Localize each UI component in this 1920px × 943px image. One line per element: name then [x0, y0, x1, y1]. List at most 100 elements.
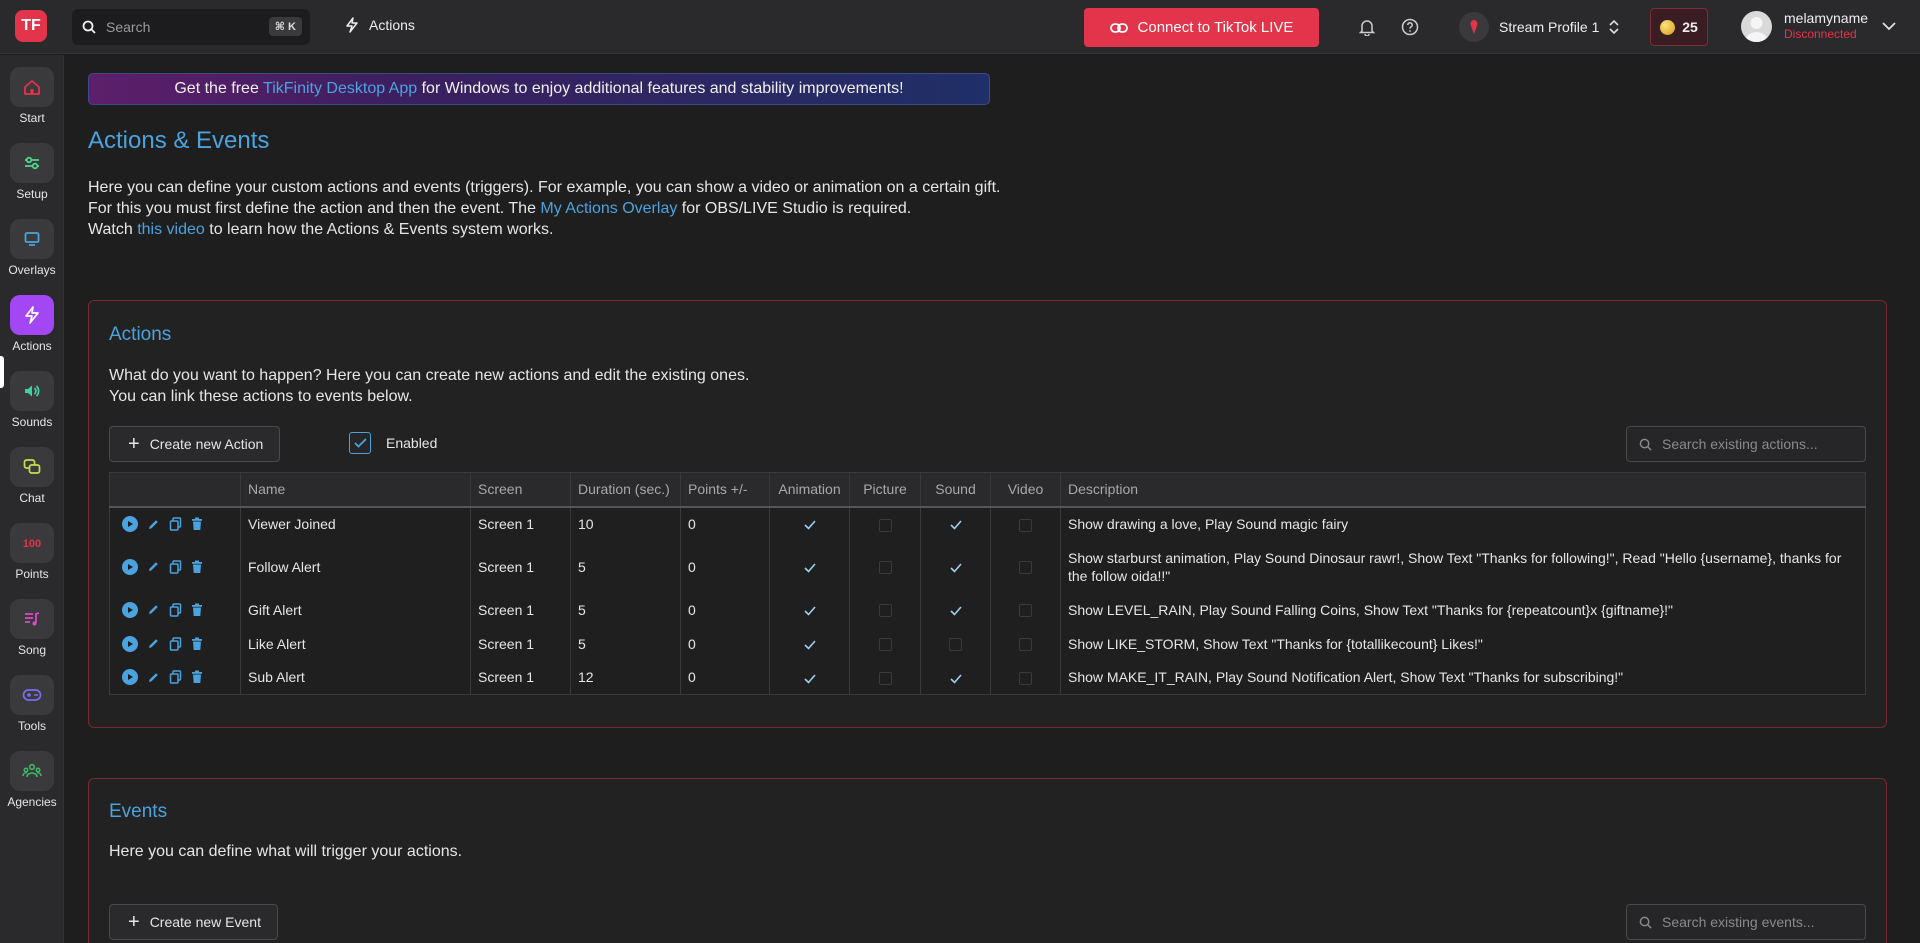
help-button[interactable]	[1399, 16, 1421, 38]
cell-video	[990, 506, 1061, 541]
cell-name: Viewer Joined	[240, 506, 471, 541]
cell-points: 0	[680, 660, 770, 695]
column-header[interactable]: Video	[990, 472, 1061, 508]
cell-sound	[920, 626, 991, 661]
avatar	[1741, 10, 1772, 42]
notifications-button[interactable]	[1356, 16, 1378, 38]
copy-icon[interactable]	[169, 602, 182, 617]
cell-animation	[769, 660, 850, 695]
table-row[interactable]: Follow Alert Screen 1 5 0 Show starburst ani…	[109, 540, 1866, 593]
search-events-input[interactable]: Search existing events...	[1626, 904, 1866, 940]
cell-points: 0	[680, 626, 770, 661]
check-icon	[803, 520, 816, 530]
column-header[interactable]: Name	[240, 472, 471, 508]
column-header[interactable]: Points +/-	[680, 472, 770, 508]
nav-agencies[interactable]: Agencies	[0, 739, 64, 809]
play-icon[interactable]	[122, 601, 138, 618]
row-operations	[109, 660, 241, 695]
cell-description: Show LIKE_STORM, Show Text "Thanks for {…	[1060, 626, 1866, 661]
copy-icon[interactable]	[169, 517, 182, 531]
delete-icon[interactable]	[191, 517, 203, 531]
intro-text: for OBS/LIVE Studio is required.	[677, 200, 912, 217]
nav-setup[interactable]: Setup	[0, 131, 64, 201]
nav-chat[interactable]: Chat	[0, 435, 64, 505]
cell-animation	[769, 506, 850, 541]
global-search-input[interactable]: Search ⌘ K	[72, 9, 310, 45]
play-icon[interactable]	[122, 635, 138, 652]
coin-balance[interactable]: 25	[1650, 8, 1708, 46]
stream-profile-selector[interactable]: Stream Profile 1	[1459, 9, 1619, 45]
nav-song[interactable]: Song	[0, 587, 64, 657]
nav-label: Sounds	[11, 415, 53, 429]
enabled-filter[interactable]: Enabled	[349, 432, 437, 454]
create-action-label: Create new Action	[149, 436, 264, 452]
row-operations	[109, 592, 241, 627]
table-row[interactable]: Gift Alert Screen 1 5 0 Show LEVEL_RAIN, Pla…	[109, 592, 1866, 627]
actions-table-body: Viewer Joined Screen 1 10 0 Show drawing a l…	[109, 506, 1866, 695]
play-icon[interactable]	[122, 669, 138, 686]
edit-icon[interactable]	[147, 637, 160, 650]
delete-icon[interactable]	[191, 670, 203, 684]
connect-label: Connect to TikTok LIVE	[1137, 19, 1294, 36]
nav-label: Points	[15, 567, 49, 581]
nav-start[interactable]: Start	[0, 55, 64, 125]
current-section[interactable]: Actions	[345, 17, 415, 33]
table-header-row: Name Screen Duration (sec.) Points +/- A…	[109, 472, 1866, 508]
row-operations	[109, 506, 241, 541]
events-panel-title: Events	[109, 801, 168, 822]
column-header[interactable]: Sound	[920, 472, 991, 508]
speaker-icon	[10, 371, 54, 411]
desktop-app-link[interactable]: TikFinity Desktop App	[263, 80, 417, 97]
nav-tools[interactable]: Tools	[0, 663, 64, 733]
table-row[interactable]: Viewer Joined Screen 1 10 0 Show drawing a l…	[109, 506, 1866, 541]
check-icon	[949, 520, 962, 530]
connect-tiktok-button[interactable]: Connect to TikTok LIVE	[1084, 8, 1319, 47]
plus-icon: +	[128, 911, 140, 933]
search-events-placeholder: Search existing events...	[1662, 914, 1815, 930]
tutorial-video-link[interactable]: this video	[137, 221, 205, 238]
nav-points[interactable]: 100 Points	[0, 511, 64, 581]
edit-icon[interactable]	[147, 671, 160, 684]
tikfinity-logo[interactable]: TF	[15, 10, 47, 42]
column-header[interactable]: Description	[1060, 472, 1866, 508]
column-header[interactable]: Picture	[849, 472, 921, 508]
cell-animation	[769, 592, 850, 627]
search-actions-input[interactable]: Search existing actions...	[1626, 426, 1866, 462]
edit-icon[interactable]	[147, 518, 160, 531]
edit-icon[interactable]	[147, 560, 160, 573]
nav-sounds[interactable]: Sounds	[0, 359, 64, 429]
nav-overlays[interactable]: Overlays	[0, 207, 64, 277]
copy-icon[interactable]	[169, 670, 182, 684]
play-icon[interactable]	[122, 516, 138, 532]
cell-picture	[849, 660, 921, 695]
nav-label: Start	[19, 111, 45, 125]
actions-panel-description: What do you want to happen? Here you can…	[109, 365, 749, 407]
column-header[interactable]: Duration (sec.)	[570, 472, 681, 508]
cell-duration: 5	[570, 592, 681, 627]
delete-icon[interactable]	[191, 560, 203, 574]
column-header[interactable]: Screen	[470, 472, 571, 508]
table-row[interactable]: Sub Alert Screen 1 12 0 Show MAKE_IT_RAIN, P…	[109, 660, 1866, 695]
delete-icon[interactable]	[191, 637, 203, 651]
column-header[interactable]: Animation	[769, 472, 850, 508]
events-panel-description: Here you can define what will trigger yo…	[109, 843, 463, 860]
table-row[interactable]: Like Alert Screen 1 5 0 Show LIKE_STORM, Sho…	[109, 626, 1866, 661]
cell-video	[990, 626, 1061, 661]
nav-actions[interactable]: Actions	[0, 283, 64, 353]
create-event-button[interactable]: + Create new Event	[109, 904, 278, 940]
copy-icon[interactable]	[169, 636, 182, 651]
enabled-checkbox[interactable]	[349, 432, 371, 454]
play-icon[interactable]	[122, 558, 138, 575]
empty-checkbox-icon	[878, 604, 892, 618]
cell-duration: 10	[570, 506, 681, 541]
check-icon	[353, 438, 367, 448]
cell-picture	[849, 592, 921, 627]
actions-panel: Actions What do you want to happen? Here…	[88, 300, 1887, 728]
delete-icon[interactable]	[191, 603, 203, 617]
cell-video	[990, 540, 1061, 593]
create-action-button[interactable]: + Create new Action	[109, 426, 281, 462]
edit-icon[interactable]	[147, 603, 160, 616]
copy-icon[interactable]	[169, 559, 182, 574]
user-menu[interactable]: melamyname Disconnected	[1741, 10, 1896, 42]
actions-overlay-link[interactable]: My Actions Overlay	[540, 200, 677, 217]
